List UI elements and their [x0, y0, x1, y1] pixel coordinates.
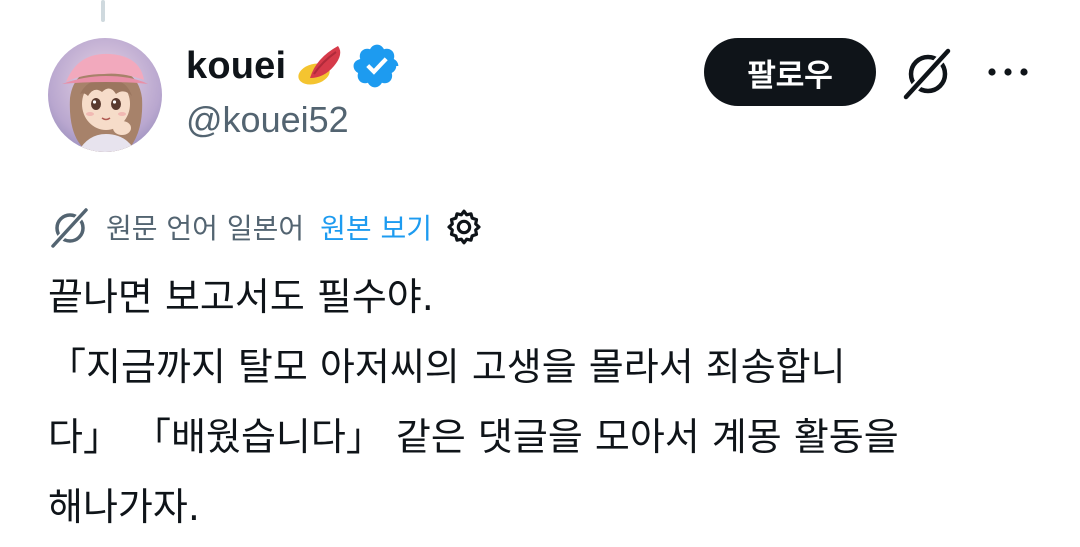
author-handle[interactable]: @kouei52 — [186, 98, 349, 141]
avatar-image — [48, 38, 162, 152]
verified-badge-icon[interactable] — [352, 41, 402, 91]
gear-icon[interactable] — [444, 207, 484, 247]
post-text-line: 끝나면 보고서도 필수야. — [48, 275, 434, 319]
post-text-line: 다」 「배웠습니다」 같은 댓글을 모아서 계몽 활동을 — [48, 415, 899, 459]
post-text: 끝나면 보고서도 필수야. 「지금까지 탈모 아저씨의 고생을 몰라서 죄송합니… — [48, 262, 1048, 542]
source-language-label: 원문 언어 일본어 — [106, 212, 305, 245]
translation-notice: 원문 언어 일본어 원본 보기 — [48, 204, 484, 250]
thread-connector-line — [101, 0, 105, 22]
more-options-icon[interactable] — [984, 60, 1032, 84]
author-display-name[interactable]: kouei — [186, 47, 286, 85]
avatar[interactable] — [48, 38, 162, 152]
sweet-potato-emoji-icon — [298, 46, 341, 85]
post-text-line: 해나가자. — [48, 485, 200, 529]
grok-icon[interactable] — [900, 44, 958, 102]
view-original-link[interactable]: 원본 보기 — [320, 207, 432, 247]
follow-button[interactable]: 팔로우 — [704, 38, 876, 106]
post-text-line: 「지금까지 탈모 아저씨의 고생을 몰라서 죄송합니 — [48, 345, 846, 389]
grok-translate-icon — [50, 207, 89, 249]
author-name-row[interactable]: kouei — [186, 40, 402, 92]
